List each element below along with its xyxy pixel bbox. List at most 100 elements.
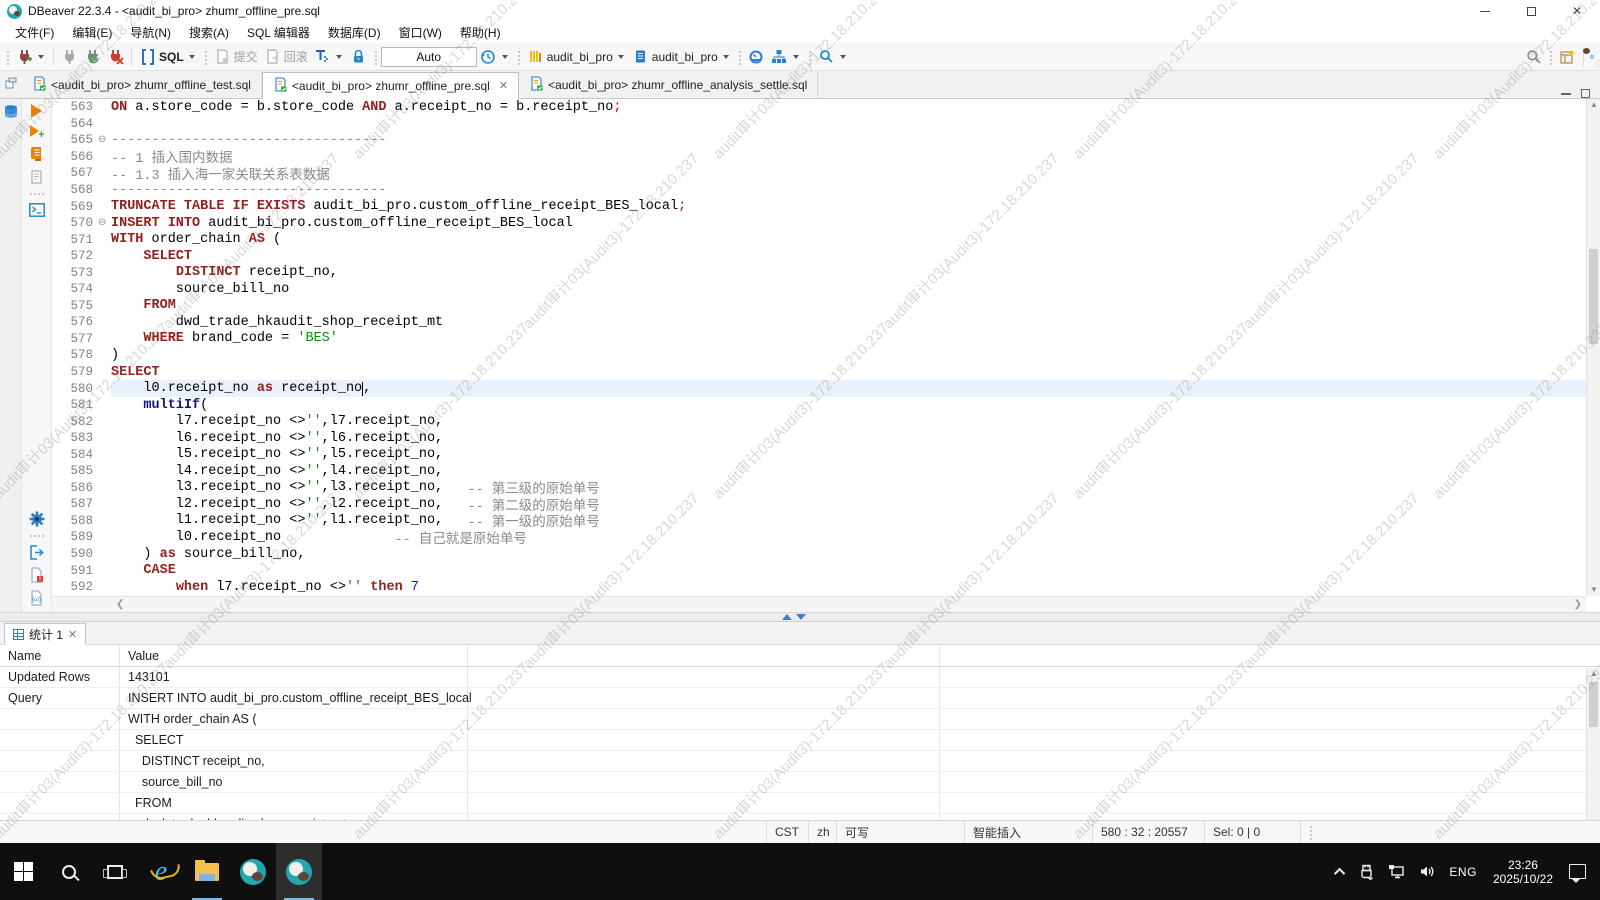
save-file-icon[interactable]: ! xyxy=(29,567,44,583)
code-line[interactable]: 577 WHERE brand_code = 'BES' xyxy=(52,331,1586,348)
action-center-button[interactable] xyxy=(1562,843,1600,900)
export-icon[interactable] xyxy=(29,545,45,560)
file-explorer-button[interactable] xyxy=(184,843,230,900)
chevron-down-icon[interactable] xyxy=(336,55,342,59)
horizontal-scrollbar[interactable]: ❮ ❯ xyxy=(52,596,1586,612)
volume-tray-button[interactable] xyxy=(1412,843,1442,900)
code-line[interactable]: 569TRUNCATE TABLE IF EXISTS audit_bi_pro… xyxy=(52,198,1586,215)
minimize-view-icon[interactable] xyxy=(1561,93,1571,95)
fold-marker-icon[interactable]: ⊖ xyxy=(98,135,111,145)
cell-value[interactable]: SELECT xyxy=(120,730,468,750)
scroll-up-icon[interactable]: ▲ xyxy=(1587,668,1600,680)
tx-mode-button[interactable]: Auto xyxy=(381,47,477,67)
reconnect-button[interactable] xyxy=(81,45,104,69)
code-text[interactable]: ON a.store_code = b.store_code AND a.rec… xyxy=(111,99,1586,116)
dbeaver-perspective-button[interactable] xyxy=(1590,55,1594,59)
network-tray-button[interactable] xyxy=(1381,843,1412,900)
table-row[interactable]: SELECT xyxy=(0,730,1600,751)
connection-selector[interactable]: audit_bi_pro xyxy=(524,45,629,69)
status-item[interactable]: 智能插入 xyxy=(964,821,1092,843)
cell-name[interactable]: Query xyxy=(0,688,120,708)
code-text[interactable]: l3.receipt_no <>'',l3.receipt_no, -- 第三级… xyxy=(111,480,1586,497)
code-text[interactable]: FROM xyxy=(111,298,1586,315)
code-text[interactable]: CASE xyxy=(111,562,1586,579)
editor-tab-1[interactable]: <audit_bi_pro> zhumr_offline_pre.sql✕ xyxy=(262,72,519,99)
code-line[interactable]: 589 l0.receipt_no -- 自己就是原始单号 xyxy=(52,529,1586,546)
code-line[interactable]: 576 dwd_trade_hkaudit_shop_receipt_mt xyxy=(52,314,1586,331)
menu-item[interactable]: 窗口(W) xyxy=(390,22,451,43)
start-button[interactable] xyxy=(0,843,46,900)
cell-value[interactable]: WITH order_chain AS ( xyxy=(120,709,468,729)
code-line[interactable]: 575 FROM xyxy=(52,298,1586,315)
cell-name[interactable] xyxy=(0,751,120,771)
connect-new-button[interactable] xyxy=(13,45,49,69)
output-file-icon[interactable]: (ω) xyxy=(29,590,44,606)
history-button[interactable] xyxy=(477,45,513,69)
editor-tab-0[interactable]: <audit_bi_pro> zhumr_offline_test.sql xyxy=(22,71,262,98)
code-line[interactable]: 587 l2.receipt_no <>'',l2.receipt_no, --… xyxy=(52,496,1586,513)
cell-name[interactable]: Updated Rows xyxy=(0,667,120,687)
schema-selector[interactable]: audit_bi_pro xyxy=(629,45,734,69)
code-text[interactable]: SELECT xyxy=(111,248,1586,265)
code-line[interactable]: 585 l4.receipt_no <>'',l4.receipt_no, xyxy=(52,463,1586,480)
code-text[interactable]: ) xyxy=(111,347,1586,364)
sql-editor-button[interactable]: SQL xyxy=(136,45,200,69)
run-script-icon[interactable] xyxy=(29,146,44,162)
code-line[interactable]: 592 when l7.receipt_no <>'' then 7 xyxy=(52,579,1586,596)
code-text[interactable]: l2.receipt_no <>'',l2.receipt_no, -- 第二级… xyxy=(111,496,1586,513)
dashboard-button[interactable] xyxy=(745,45,768,69)
cell-name[interactable] xyxy=(0,814,120,820)
code-line[interactable]: 567-- 1.3 插入海一家关联关系表数据 xyxy=(52,165,1586,182)
cell-name[interactable] xyxy=(0,793,120,813)
code-line[interactable]: 590 ) as source_bill_no, xyxy=(52,546,1586,563)
settings-gear-icon[interactable] xyxy=(29,511,45,527)
tray-expand-button[interactable] xyxy=(1330,843,1352,900)
code-text[interactable]: when l7.receipt_no <>'' then 7 xyxy=(111,579,1586,596)
code-text[interactable]: l4.receipt_no <>'',l4.receipt_no, xyxy=(111,463,1586,480)
code-text[interactable]: l6.receipt_no <>'',l6.receipt_no, xyxy=(111,430,1586,447)
taskbar-clock[interactable]: 23:26 2025/10/22 xyxy=(1484,858,1562,886)
task-view-button[interactable] xyxy=(92,843,138,900)
menu-item[interactable]: 文件(F) xyxy=(6,22,63,43)
code-text[interactable]: source_bill_no xyxy=(111,281,1586,298)
current-code-text[interactable]: l0.receipt_no as receipt_no, xyxy=(111,380,1586,397)
code-line[interactable]: 591 CASE xyxy=(52,562,1586,579)
restore-panel-buttons[interactable] xyxy=(0,71,22,98)
cell-name[interactable] xyxy=(0,772,120,792)
menu-item[interactable]: 编辑(E) xyxy=(63,22,121,43)
run-new-tab-button[interactable]: + xyxy=(30,125,44,139)
disconnect-button[interactable] xyxy=(58,45,81,69)
code-text[interactable]: ---------------------------------- xyxy=(111,132,1586,149)
code-line[interactable]: 583 l6.receipt_no <>'',l6.receipt_no, xyxy=(52,430,1586,447)
cell-name[interactable] xyxy=(0,709,120,729)
code-line[interactable]: 584 l5.receipt_no <>'',l5.receipt_no, xyxy=(52,446,1586,463)
collapse-down-icon[interactable] xyxy=(796,614,806,620)
code-line[interactable]: 572 SELECT xyxy=(52,248,1586,265)
chevron-down-icon[interactable] xyxy=(840,55,846,59)
topology-button[interactable] xyxy=(768,45,804,69)
cell-value[interactable]: source_bill_no xyxy=(120,772,468,792)
tab-statistics[interactable]: 统计 1 ✕ xyxy=(4,623,86,645)
quick-search-button[interactable] xyxy=(1522,45,1545,69)
code-text[interactable]: INSERT INTO audit_bi_pro.custom_offline_… xyxy=(111,215,1586,232)
code-text[interactable]: SELECT xyxy=(111,364,1586,381)
vertical-scrollbar[interactable]: ▲ ▼ xyxy=(1586,99,1600,596)
open-perspective-button[interactable] xyxy=(1556,45,1579,69)
code-line[interactable]: 581 multiIf( xyxy=(52,397,1586,414)
column-header-value[interactable]: Value xyxy=(120,645,468,666)
code-line[interactable]: 574 source_bill_no xyxy=(52,281,1586,298)
chevron-down-icon[interactable] xyxy=(38,55,44,59)
panel-splitter[interactable] xyxy=(0,612,1600,622)
code-line[interactable]: 580 l0.receipt_no as receipt_no, xyxy=(52,380,1586,397)
chevron-down-icon[interactable] xyxy=(502,55,508,59)
chevron-down-icon[interactable] xyxy=(793,55,799,59)
scrollbar-thumb[interactable] xyxy=(1589,249,1598,344)
code-text[interactable]: multiIf( xyxy=(111,397,1586,414)
close-icon[interactable]: ✕ xyxy=(499,79,508,92)
status-item[interactable]: 580 : 32 : 20557 xyxy=(1092,821,1204,843)
results-scrollbar[interactable]: ▲ ▼ xyxy=(1586,668,1600,820)
taskbar-search-button[interactable] xyxy=(46,843,92,900)
menu-item[interactable]: SQL 编辑器 xyxy=(238,22,319,43)
menu-item[interactable]: 数据库(D) xyxy=(319,22,390,43)
collapse-up-icon[interactable] xyxy=(782,614,792,620)
